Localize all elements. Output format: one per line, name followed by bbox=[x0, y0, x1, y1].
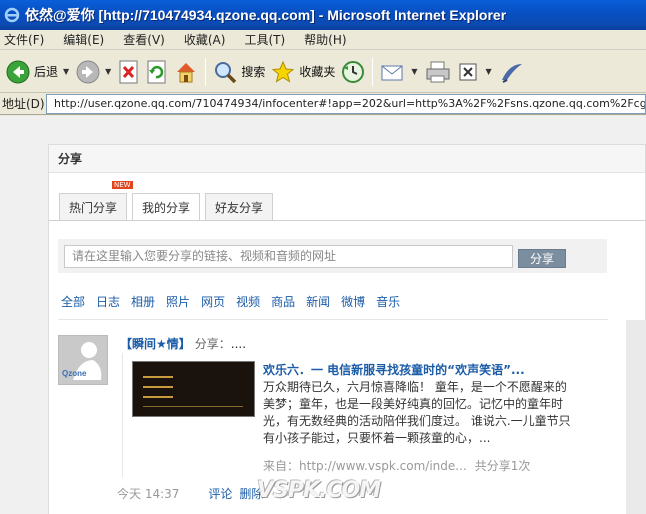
share-tabs: NEW 热门分享 我的分享 好友分享 bbox=[59, 181, 278, 221]
post-footer: 今天 14:37 评论 删除 bbox=[117, 485, 270, 502]
menu-edit[interactable]: 编辑(E) bbox=[63, 31, 104, 48]
post-verb: 分享： bbox=[194, 337, 231, 351]
thumb-decor bbox=[143, 376, 173, 378]
back-dropdown-arrow[interactable]: ▼ bbox=[63, 67, 69, 76]
menu-favorites[interactable]: 收藏(A) bbox=[184, 31, 226, 48]
comment-link[interactable]: 评论 bbox=[208, 485, 232, 502]
forward-dropdown-arrow[interactable]: ▼ bbox=[105, 67, 111, 76]
toolbar-separator bbox=[372, 57, 374, 86]
filter-photo[interactable]: 照片 bbox=[166, 293, 190, 310]
tab-my-shares[interactable]: 我的分享 bbox=[132, 193, 201, 221]
messenger-icon bbox=[501, 63, 522, 83]
filter-weibo[interactable]: 微博 bbox=[341, 293, 365, 310]
source-label: 来自： bbox=[263, 459, 300, 473]
address-bar: 地址(D) http://user.qzone.qq.com/710474934… bbox=[0, 93, 646, 115]
search-button[interactable]: 搜索 bbox=[210, 55, 268, 89]
print-icon bbox=[426, 61, 450, 82]
stop-icon bbox=[119, 60, 138, 83]
mail-dropdown-arrow[interactable]: ▼ bbox=[411, 67, 417, 76]
menu-help[interactable]: 帮助(H) bbox=[304, 31, 346, 48]
avatar-label: Qzone bbox=[62, 369, 87, 378]
refresh-icon bbox=[147, 60, 166, 83]
new-badge: NEW bbox=[112, 181, 133, 189]
menu-bar: 文件(F) 编辑(E) 查看(V) 收藏(A) 工具(T) 帮助(H) bbox=[0, 30, 646, 50]
post-time: 今天 14:37 bbox=[117, 487, 180, 501]
tab-friend-shares[interactable]: 好友分享 bbox=[205, 193, 274, 220]
filter-album[interactable]: 相册 bbox=[131, 293, 155, 310]
menu-file[interactable]: 文件(F) bbox=[4, 31, 44, 48]
address-input[interactable]: http://user.qzone.qq.com/710474934/infoc… bbox=[46, 93, 646, 114]
mail-button[interactable] bbox=[377, 55, 409, 89]
page-content: 分享 NEW 热门分享 我的分享 好友分享 请在这里输入您要分享的链接、视频和音… bbox=[0, 116, 646, 514]
filter-music[interactable]: 音乐 bbox=[376, 293, 400, 310]
address-label: 地址(D) bbox=[2, 97, 45, 111]
favorites-label: 收藏夹 bbox=[299, 65, 336, 79]
stop-button[interactable] bbox=[115, 55, 143, 89]
post-source: 来自：http://www.vspk.com/inde... 共分享1次 bbox=[263, 457, 530, 474]
filter-blog[interactable]: 日志 bbox=[96, 293, 120, 310]
tab-hot-shares[interactable]: NEW 热门分享 bbox=[59, 181, 133, 220]
link-description: 万众期待已久，六月惊喜降临！ 童年，是一个不愿醒来的美梦；童年，也是一段美好纯真… bbox=[263, 380, 571, 445]
mail-icon bbox=[381, 65, 403, 80]
share-count: 共分享1次 bbox=[474, 459, 531, 473]
home-button[interactable] bbox=[171, 55, 201, 89]
filter-all[interactable]: 全部 bbox=[61, 293, 85, 310]
panel-title: 分享 bbox=[58, 152, 83, 166]
source-url[interactable]: http://www.vspk.com/inde... bbox=[299, 459, 467, 473]
toolbar: 后退 ▼ ▼ 搜索 收藏夹 ▼ ▼ bbox=[0, 51, 646, 93]
messenger-button[interactable] bbox=[496, 55, 528, 89]
back-button[interactable]: 后退 bbox=[3, 55, 61, 89]
thumb-decor bbox=[143, 396, 173, 398]
favorites-star-icon bbox=[272, 60, 295, 83]
search-label: 搜索 bbox=[241, 65, 266, 79]
ie-logo-icon bbox=[4, 7, 20, 23]
tabs-divider bbox=[49, 220, 646, 221]
filter-product[interactable]: 商品 bbox=[271, 293, 295, 310]
address-url: http://user.qzone.qq.com/710474934/infoc… bbox=[54, 97, 646, 110]
avatar[interactable]: Qzone bbox=[58, 335, 108, 385]
home-icon bbox=[177, 62, 196, 82]
post-ellipsis: .... bbox=[230, 337, 247, 351]
back-label: 后退 bbox=[34, 65, 59, 79]
filter-bar: 全部 日志 相册 照片 网页 视频 商品 新闻 微博 音乐 bbox=[61, 293, 411, 310]
panel-header: 分享 bbox=[49, 145, 645, 173]
history-icon bbox=[342, 60, 365, 83]
filter-webpage[interactable]: 网页 bbox=[201, 293, 225, 310]
watermark: VSPK.COM bbox=[257, 478, 381, 503]
menu-tools[interactable]: 工具(T) bbox=[244, 31, 285, 48]
favorites-button[interactable]: 收藏夹 bbox=[268, 55, 338, 89]
post-body: 欢乐六．一 电信新服寻找孩童时的“欢声笑语”... 万众期待已久，六月惊喜降临！… bbox=[122, 353, 602, 477]
share-url-input[interactable]: 请在这里输入您要分享的链接、视频和音频的网址 bbox=[64, 245, 513, 268]
search-icon bbox=[215, 61, 237, 83]
tab-label: 好友分享 bbox=[215, 200, 264, 215]
post-author[interactable]: 【瞬间★情】 bbox=[120, 337, 191, 351]
feed-divider bbox=[58, 319, 608, 320]
history-button[interactable] bbox=[338, 55, 368, 89]
thumb-decor bbox=[143, 386, 173, 388]
refresh-button[interactable] bbox=[143, 55, 171, 89]
share-box: 请在这里输入您要分享的链接、视频和音频的网址 分享 bbox=[58, 239, 607, 273]
edit-icon bbox=[459, 63, 477, 80]
print-button[interactable] bbox=[422, 55, 454, 89]
forward-icon bbox=[76, 60, 100, 83]
share-button[interactable]: 分享 bbox=[518, 249, 566, 268]
filter-video[interactable]: 视频 bbox=[236, 293, 260, 310]
back-icon bbox=[6, 60, 30, 83]
link-thumbnail[interactable] bbox=[132, 361, 255, 417]
tab-label: 我的分享 bbox=[142, 201, 191, 215]
window-titlebar[interactable]: 依然@爱你 [http://710474934.qzone.qq.com] - … bbox=[0, 0, 646, 30]
right-gutter bbox=[626, 320, 646, 514]
forward-button[interactable] bbox=[73, 55, 103, 89]
share-panel: 分享 NEW 热门分享 我的分享 好友分享 请在这里输入您要分享的链接、视频和音… bbox=[48, 144, 646, 514]
thumb-decor bbox=[143, 406, 243, 407]
menu-view[interactable]: 查看(V) bbox=[123, 31, 165, 48]
link-title[interactable]: 欢乐六．一 电信新服寻找孩童时的“欢声笑语”... bbox=[263, 361, 525, 378]
toolbar-separator bbox=[205, 57, 207, 86]
post-header: 【瞬间★情】 分享：.... bbox=[120, 335, 246, 352]
tab-label: 热门分享 bbox=[69, 200, 118, 215]
edit-button[interactable] bbox=[454, 55, 484, 89]
window-title: 依然@爱你 [http://710474934.qzone.qq.com] - … bbox=[25, 7, 507, 23]
edit-dropdown-arrow[interactable]: ▼ bbox=[486, 67, 492, 76]
filter-news[interactable]: 新闻 bbox=[306, 293, 330, 310]
